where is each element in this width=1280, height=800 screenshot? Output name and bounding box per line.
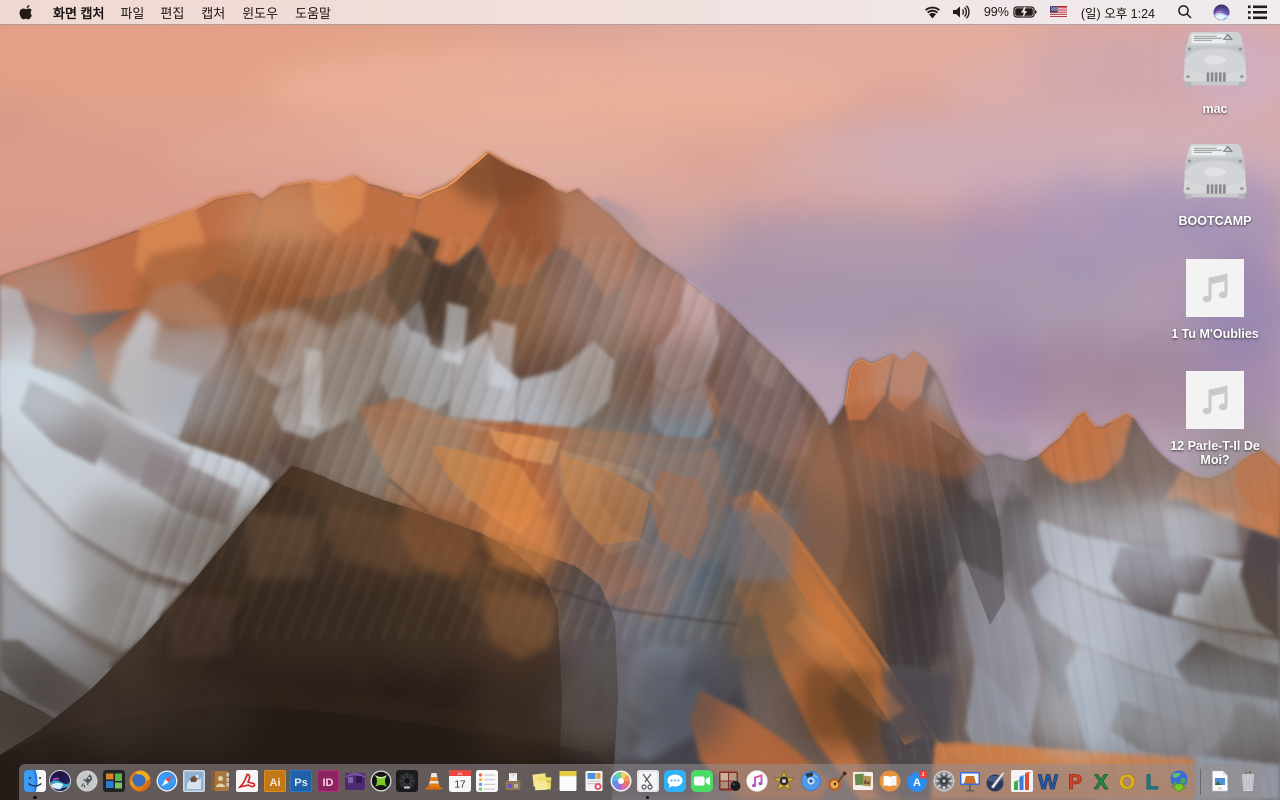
svg-text:Ai: Ai — [269, 777, 280, 789]
svg-text:X: X — [1094, 771, 1108, 792]
svg-text:P: P — [1067, 771, 1081, 792]
svg-text:Sign: Sign — [545, 779, 552, 783]
svg-text:Ps: Ps — [295, 777, 308, 789]
svg-text:O: O — [1119, 771, 1135, 792]
svg-text:A: A — [913, 777, 921, 789]
svg-text:L: L — [1146, 771, 1159, 792]
svg-text:17: 17 — [454, 780, 466, 791]
svg-text:W: W — [1038, 771, 1058, 792]
svg-text:ID: ID — [323, 777, 334, 789]
svg-text:JUL: JUL — [457, 772, 463, 776]
